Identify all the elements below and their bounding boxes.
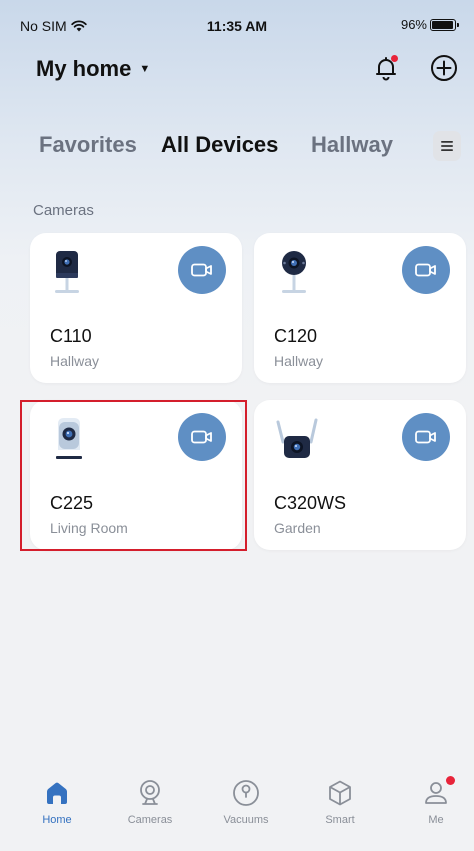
notification-badge [391,55,398,62]
status-right: 96% [400,17,459,32]
device-card-c110[interactable]: C110 Hallway [30,233,242,383]
nav-label: Vacuums [223,814,269,826]
header: My home ▼ [0,40,474,100]
device-card-c320ws[interactable]: C320WS Garden [254,400,466,550]
video-camera-icon [415,430,436,444]
nav-vacuums[interactable]: Vacuums [211,778,281,826]
live-view-button[interactable] [178,413,226,461]
room-tabs: Favorites All Devices Hallway [0,128,474,168]
device-room: Hallway [50,353,100,369]
home-icon [47,782,67,804]
me-badge [446,776,455,785]
bottom-nav: Home Cameras Vacuums Smart Me [0,770,474,851]
vacuums-icon [233,780,259,806]
home-selector[interactable]: My home ▼ [36,56,150,82]
nav-home[interactable]: Home [22,778,92,826]
add-device-button[interactable] [428,52,460,84]
camera-c110-icon [55,251,79,293]
tabs-menu-button[interactable] [433,131,461,161]
nav-label: Cameras [127,814,173,826]
video-camera-icon [415,263,436,277]
device-name: C110 [50,326,92,346]
nav-label: Me [428,814,444,826]
notifications-button[interactable] [370,52,402,84]
device-room: Hallway [274,353,324,369]
battery-percent: 96% [400,17,427,32]
video-camera-icon [191,430,212,444]
nav-me[interactable]: Me [401,776,471,826]
device-room: Garden [274,520,321,536]
nav-smart[interactable]: Smart [305,778,375,826]
smart-icon [329,780,351,806]
nav-label: Smart [325,814,355,826]
device-name: C320WS [274,493,347,513]
live-view-button[interactable] [402,413,450,461]
menu-icon [441,141,453,151]
live-view-button[interactable] [178,246,226,294]
camera-c225-icon [56,418,82,459]
camera-c320ws-icon [276,418,318,458]
status-bar: No SIM 11:35 AM 96% [0,0,474,40]
device-card-c120[interactable]: C120 Hallway [254,233,466,383]
add-circle-icon [431,55,457,81]
home-title: My home [36,56,132,81]
live-view-button[interactable] [402,246,450,294]
device-room: Living Room [50,520,128,536]
nav-cameras[interactable]: Cameras [115,778,185,826]
device-name: C120 [274,326,318,346]
section-label-cameras: Cameras [33,202,94,219]
video-camera-icon [191,263,212,277]
tab-hallway[interactable]: Hallway [311,132,393,158]
camera-c120-icon [282,251,306,293]
device-card-c225[interactable]: C225 Living Room [30,400,242,550]
tab-favorites[interactable]: Favorites [39,132,137,158]
device-name: C225 [50,493,94,513]
nav-label: Home [42,814,72,826]
cameras-icon [140,780,160,805]
caret-down-icon: ▼ [139,63,151,75]
battery-icon [430,18,459,31]
tab-all-devices[interactable]: All Devices [161,132,278,158]
